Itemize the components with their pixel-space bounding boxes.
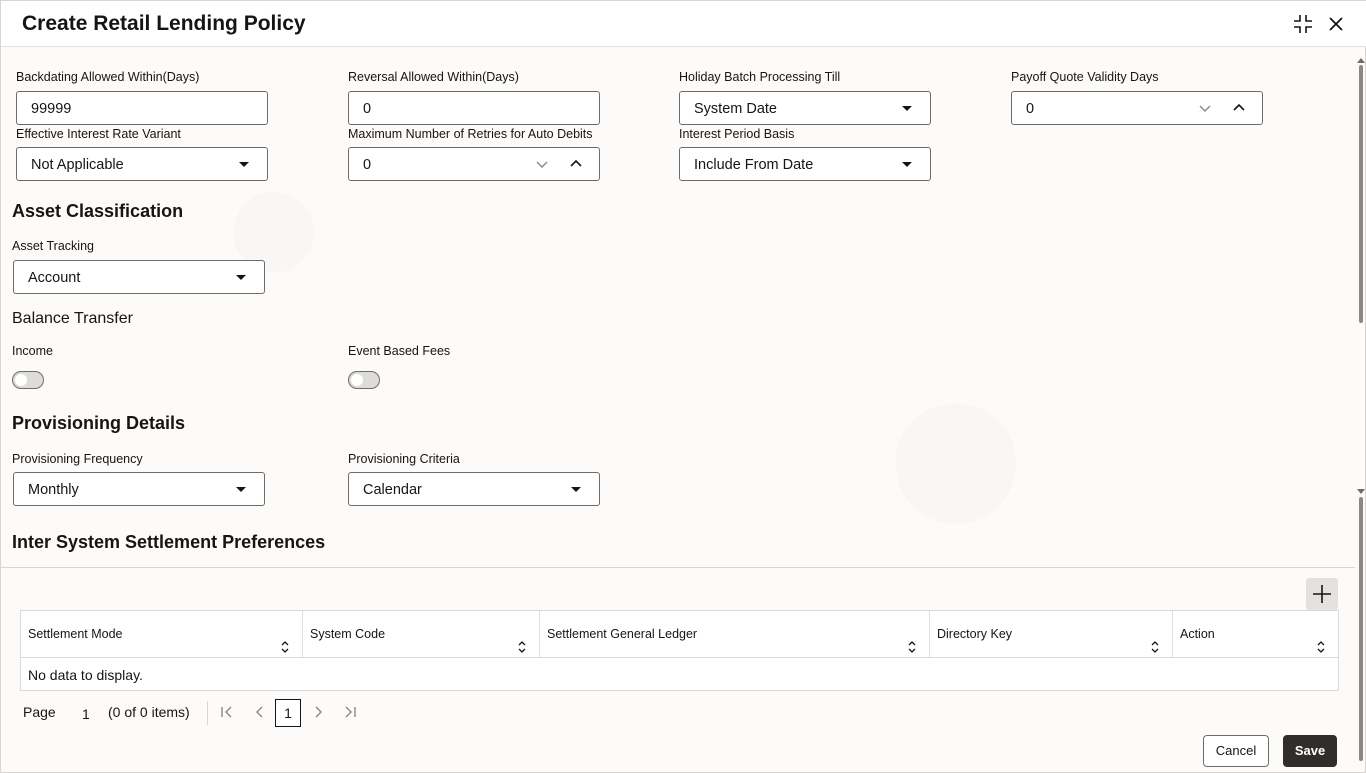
provisioning-frequency-label: Provisioning Frequency: [12, 452, 143, 466]
create-policy-dialog: Create Retail Lending Policy Backdating …: [0, 0, 1366, 773]
close-icon[interactable]: [1325, 13, 1347, 35]
scroll-down-arrow-icon[interactable]: [1357, 489, 1365, 495]
minimize-icon[interactable]: [1292, 13, 1314, 35]
reversal-value: 0: [363, 101, 372, 117]
settlement-table: Settlement Mode System Code Settlement G…: [20, 610, 1339, 691]
table-header-divider: [21, 657, 1338, 658]
save-button[interactable]: Save: [1283, 735, 1337, 767]
interest-period-select[interactable]: Include From Date: [679, 147, 931, 181]
dropdown-caret-icon: [239, 162, 249, 167]
sort-icon[interactable]: [517, 627, 527, 673]
income-toggle[interactable]: [12, 371, 44, 389]
payoff-quote-label: Payoff Quote Validity Days: [1011, 70, 1159, 84]
column-header-action[interactable]: Action: [1173, 611, 1338, 657]
sort-icon[interactable]: [1316, 627, 1326, 673]
event-fees-toggle[interactable]: [348, 371, 380, 389]
provisioning-criteria-label: Provisioning Criteria: [348, 452, 460, 466]
provisioning-criteria-select[interactable]: Calendar: [348, 472, 600, 506]
asset-tracking-value: Account: [28, 270, 81, 286]
provisioning-heading: Provisioning Details: [12, 413, 186, 433]
max-retries-value: 0: [363, 157, 372, 173]
column-header-system-code[interactable]: System Code: [303, 611, 540, 657]
chevron-down-icon[interactable]: [1198, 101, 1212, 119]
toggle-knob: [15, 374, 27, 386]
current-page-button[interactable]: 1: [275, 699, 301, 727]
payoff-quote-stepper[interactable]: 0: [1011, 91, 1263, 125]
scrollbar-thumb[interactable]: [1359, 497, 1363, 761]
dialog-title: Create Retail Lending Policy: [22, 12, 306, 35]
provisioning-frequency-value: Monthly: [28, 482, 79, 498]
eir-variant-select[interactable]: Not Applicable: [16, 147, 268, 181]
sort-icon[interactable]: [1150, 627, 1160, 673]
interest-period-label: Interest Period Basis: [679, 127, 795, 141]
holiday-batch-label: Holiday Batch Processing Till: [679, 70, 841, 84]
section-divider: [1, 567, 1355, 568]
toggle-knob: [351, 374, 363, 386]
chevron-down-icon[interactable]: [535, 157, 549, 175]
empty-table-message: No data to display.: [28, 667, 143, 683]
eir-variant-label: Effective Interest Rate Variant: [16, 127, 181, 141]
dropdown-caret-icon: [236, 487, 246, 492]
first-page-icon[interactable]: [220, 705, 234, 724]
holiday-batch-value: System Date: [694, 101, 777, 117]
max-retries-label: Maximum Number of Retries for Auto Debit…: [348, 127, 593, 141]
provisioning-frequency-select[interactable]: Monthly: [13, 472, 265, 506]
sort-icon[interactable]: [280, 627, 290, 673]
reversal-input[interactable]: 0: [348, 91, 600, 125]
column-header-label: System Code: [310, 627, 386, 641]
pager-item-count: (0 of 0 items): [108, 704, 190, 720]
backdating-label: Backdating Allowed Within(Days): [16, 70, 200, 84]
sort-icon[interactable]: [907, 627, 917, 673]
dropdown-caret-icon: [902, 106, 912, 111]
vertical-scrollbar[interactable]: [1355, 57, 1366, 769]
payoff-quote-value: 0: [1026, 101, 1035, 117]
interest-period-value: Include From Date: [694, 157, 814, 173]
add-row-button[interactable]: [1306, 578, 1338, 610]
next-page-icon[interactable]: [311, 705, 325, 724]
pager-label: Page: [23, 704, 56, 720]
plus-icon: [1313, 585, 1331, 603]
chevron-up-icon[interactable]: [569, 157, 583, 175]
dialog-header: Create Retail Lending Policy: [1, 1, 1366, 47]
last-page-icon[interactable]: [343, 705, 357, 724]
scroll-up-arrow-icon[interactable]: [1357, 57, 1365, 63]
event-fees-label: Event Based Fees: [348, 344, 451, 358]
column-header-label: Settlement Mode: [28, 627, 123, 641]
backdating-input[interactable]: 99999: [16, 91, 268, 125]
asset-tracking-select[interactable]: Account: [13, 260, 265, 294]
column-header-label: Settlement General Ledger: [547, 627, 698, 641]
eir-variant-value: Not Applicable: [31, 157, 124, 173]
pager-page-input[interactable]: 1: [82, 706, 90, 722]
chevron-up-icon[interactable]: [1232, 101, 1246, 119]
scrollbar-thumb[interactable]: [1359, 65, 1363, 323]
column-header-directory-key[interactable]: Directory Key: [930, 611, 1173, 657]
income-label: Income: [12, 344, 53, 358]
column-header-settlement-mode[interactable]: Settlement Mode: [21, 611, 303, 657]
backdating-value: 99999: [31, 101, 72, 117]
asset-tracking-label: Asset Tracking: [12, 239, 94, 253]
dropdown-caret-icon: [236, 275, 246, 280]
reversal-label: Reversal Allowed Within(Days): [348, 70, 519, 84]
asset-classification-heading: Asset Classification: [12, 201, 184, 221]
balance-transfer-heading: Balance Transfer: [12, 310, 133, 327]
provisioning-criteria-value: Calendar: [363, 482, 422, 498]
column-header-label: Action: [1180, 627, 1215, 641]
cancel-button[interactable]: Cancel: [1203, 735, 1269, 767]
column-header-label: Directory Key: [937, 627, 1013, 641]
max-retries-stepper[interactable]: 0: [348, 147, 600, 181]
pager-divider: [207, 701, 208, 725]
dropdown-caret-icon: [571, 487, 581, 492]
settlement-heading: Inter System Settlement Preferences: [12, 532, 326, 552]
holiday-batch-select[interactable]: System Date: [679, 91, 931, 125]
previous-page-icon[interactable]: [253, 705, 267, 724]
dropdown-caret-icon: [902, 162, 912, 167]
column-header-settlement-gl[interactable]: Settlement General Ledger: [540, 611, 930, 657]
